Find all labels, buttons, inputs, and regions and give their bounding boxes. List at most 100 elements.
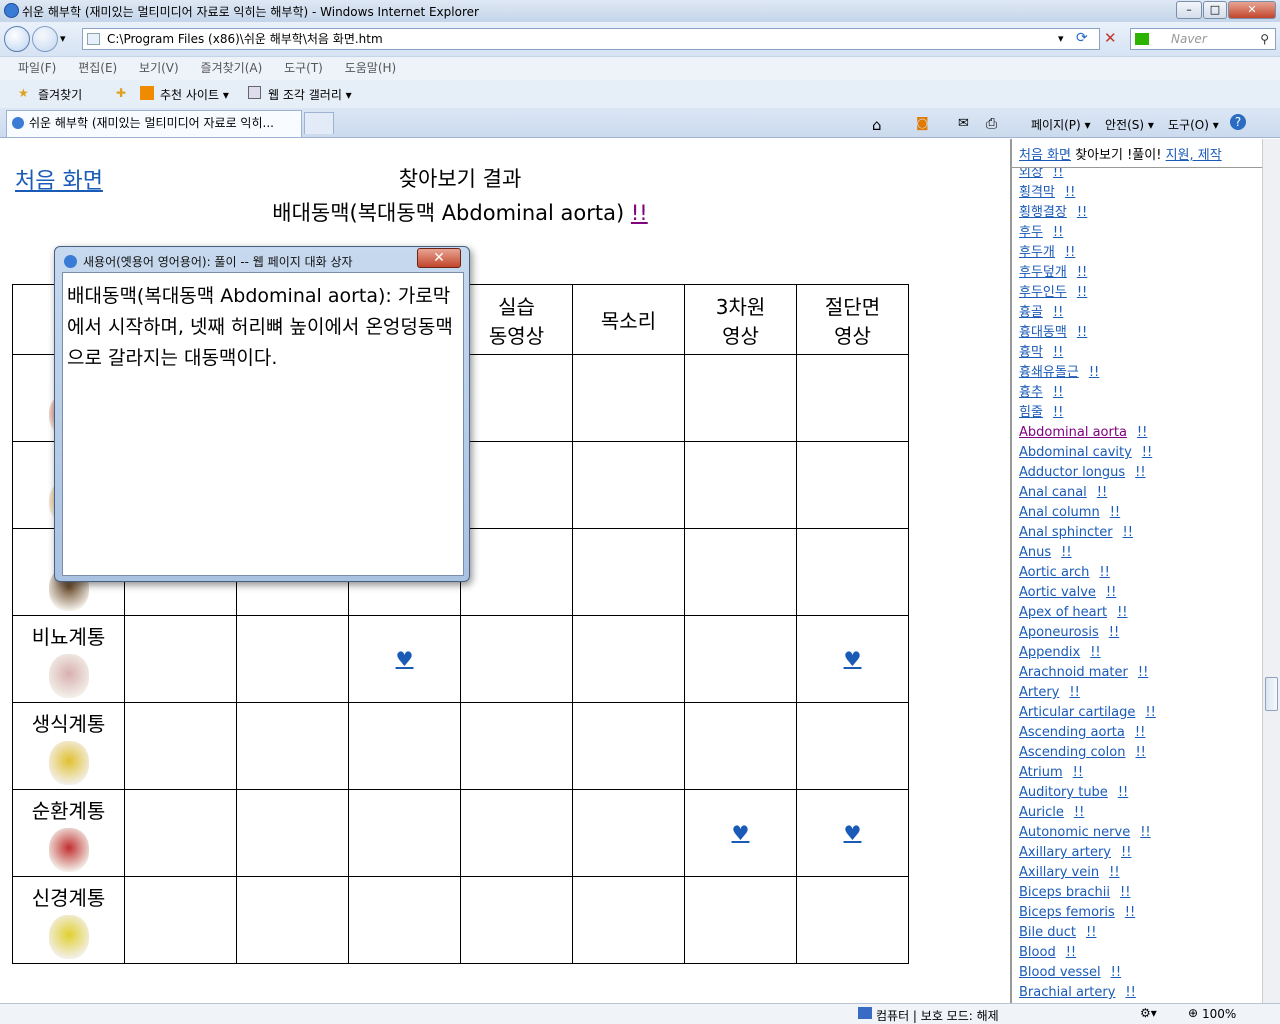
web-slice-gallery-button[interactable]: 웹 조각 갤러리 ▾ xyxy=(268,86,352,103)
word-link[interactable]: 외상 xyxy=(1019,168,1043,180)
menu-favorites[interactable]: 즐겨찾기(A) xyxy=(201,57,263,79)
word-explain-link[interactable]: !! xyxy=(1077,205,1087,220)
word-link[interactable]: 후두 xyxy=(1019,225,1043,240)
word-explain-link[interactable]: !! xyxy=(1140,825,1150,840)
word-explain-link[interactable]: !! xyxy=(1053,385,1063,400)
word-link[interactable]: Appendix xyxy=(1019,645,1080,660)
word-explain-link[interactable]: !! xyxy=(1097,485,1107,500)
word-explain-link[interactable]: !! xyxy=(1109,625,1119,640)
word-link[interactable]: Aortic arch xyxy=(1019,565,1089,580)
word-link[interactable]: Anal column xyxy=(1019,505,1100,520)
word-link[interactable]: Anus xyxy=(1019,545,1051,560)
word-explain-link[interactable]: !! xyxy=(1053,168,1063,180)
word-link[interactable]: Arachnoid mater xyxy=(1019,665,1128,680)
word-explain-link[interactable]: !! xyxy=(1123,525,1133,540)
security-icon[interactable]: ⚙▾ xyxy=(1140,1006,1157,1020)
word-explain-link[interactable]: !! xyxy=(1111,965,1121,980)
dialog-close-button[interactable]: ✕ xyxy=(417,248,461,268)
word-explain-link[interactable]: !! xyxy=(1069,685,1079,700)
menu-edit[interactable]: 편집(E) xyxy=(78,57,117,79)
word-link[interactable]: Auricle xyxy=(1019,805,1064,820)
result-cell[interactable]: ♥ xyxy=(796,789,909,877)
zoom-level[interactable]: 100% xyxy=(1202,1007,1236,1021)
word-explain-link[interactable]: !! xyxy=(1053,225,1063,240)
search-icon[interactable]: ⚲ xyxy=(1260,29,1269,49)
refresh-icon[interactable]: ⟳ xyxy=(1076,30,1088,46)
word-explain-link[interactable]: !! xyxy=(1106,585,1116,600)
term-explain-link[interactable]: !! xyxy=(631,201,648,225)
word-link[interactable]: Adductor longus xyxy=(1019,465,1125,480)
word-explain-link[interactable]: !! xyxy=(1053,345,1063,360)
word-link[interactable]: Artery xyxy=(1019,685,1059,700)
word-explain-link[interactable]: !! xyxy=(1135,745,1145,760)
word-link[interactable]: Autonomic nerve xyxy=(1019,825,1130,840)
word-explain-link[interactable]: !! xyxy=(1145,705,1155,720)
word-link[interactable]: 횡격막 xyxy=(1019,185,1055,200)
page-menu[interactable]: 페이지(P) ▾ xyxy=(1031,116,1091,133)
word-link[interactable]: 흉추 xyxy=(1019,385,1043,400)
favorites-button[interactable]: 즐겨찾기 xyxy=(38,86,82,103)
stop-icon[interactable]: ✕ xyxy=(1104,29,1117,47)
search-field[interactable]: Naver ⚲ xyxy=(1130,28,1276,50)
word-link[interactable]: Abdominal cavity xyxy=(1019,445,1132,460)
word-link[interactable]: 흉막 xyxy=(1019,345,1043,360)
menu-help[interactable]: 도움말(H) xyxy=(345,57,397,79)
print-icon[interactable]: ⎙ xyxy=(986,116,997,132)
menu-view[interactable]: 보기(V) xyxy=(139,57,179,79)
word-link[interactable]: 후두개 xyxy=(1019,245,1055,260)
word-explain-link[interactable]: !! xyxy=(1110,505,1120,520)
address-field[interactable]: C:\Program Files (x86)\쉬운 해부학\처음 화면.htm xyxy=(82,28,1100,50)
maximize-button[interactable]: □ xyxy=(1203,1,1227,19)
word-link[interactable]: Abdominal aorta xyxy=(1019,425,1127,440)
word-explain-link[interactable]: !! xyxy=(1099,565,1109,580)
add-favorite-icon[interactable]: ✚ xyxy=(116,86,126,100)
sidebar-support-link[interactable]: 지원, 제작 xyxy=(1166,148,1222,163)
word-explain-link[interactable]: !! xyxy=(1135,725,1145,740)
word-link[interactable]: Atrium xyxy=(1019,765,1063,780)
new-tab-button[interactable] xyxy=(304,112,334,134)
word-link[interactable]: Aponeurosis xyxy=(1019,625,1099,640)
word-link[interactable]: 흉대동맥 xyxy=(1019,325,1067,340)
word-explain-link[interactable]: !! xyxy=(1142,445,1152,460)
word-explain-link[interactable]: !! xyxy=(1120,885,1130,900)
word-explain-link[interactable]: !! xyxy=(1086,925,1096,940)
vertical-scrollbar[interactable] xyxy=(1262,139,1280,1003)
word-link[interactable]: Auditory tube xyxy=(1019,785,1108,800)
tools-menu[interactable]: 도구(O) ▾ xyxy=(1168,116,1219,133)
word-link[interactable]: 후두인두 xyxy=(1019,285,1067,300)
zoom-icon[interactable]: ⊕ xyxy=(1188,1006,1198,1020)
word-link[interactable]: Anal canal xyxy=(1019,485,1087,500)
word-explain-link[interactable]: !! xyxy=(1061,545,1071,560)
word-link[interactable]: Ascending aorta xyxy=(1019,725,1125,740)
word-explain-link[interactable]: !! xyxy=(1125,985,1135,1000)
word-link[interactable]: Articular cartilage xyxy=(1019,705,1135,720)
history-dropdown-icon[interactable]: ▾ xyxy=(60,32,66,45)
word-explain-link[interactable]: !! xyxy=(1073,765,1083,780)
word-link[interactable]: Apex of heart xyxy=(1019,605,1107,620)
word-explain-link[interactable]: !! xyxy=(1090,645,1100,660)
word-explain-link[interactable]: !! xyxy=(1065,245,1075,260)
close-window-button[interactable]: ✕ xyxy=(1228,1,1276,19)
word-link[interactable]: Biceps femoris xyxy=(1019,905,1115,920)
word-link[interactable]: Ascending colon xyxy=(1019,745,1125,760)
tab-active[interactable]: 쉬운 해부학 (재미있는 멀티미디어 자료로 익히... xyxy=(6,110,302,137)
word-explain-link[interactable]: !! xyxy=(1109,865,1119,880)
home-icon[interactable]: ⌂ xyxy=(872,116,882,134)
word-explain-link[interactable]: !! xyxy=(1089,365,1099,380)
result-cell[interactable]: ♥ xyxy=(348,615,461,703)
result-cell[interactable]: ♥ xyxy=(684,789,797,877)
sidebar-home-link[interactable]: 처음 화면 xyxy=(1019,148,1071,163)
word-link[interactable]: Blood xyxy=(1019,945,1056,960)
heart-icon[interactable]: ♥ xyxy=(844,647,862,671)
scrollbar-thumb[interactable] xyxy=(1265,677,1278,711)
word-link[interactable]: Axillary artery xyxy=(1019,845,1111,860)
word-explain-link[interactable]: !! xyxy=(1125,905,1135,920)
heart-icon[interactable]: ♥ xyxy=(396,647,414,671)
feeds-icon[interactable]: ◙ xyxy=(916,116,929,131)
address-dropdown-icon[interactable]: ▾ xyxy=(1058,32,1064,45)
word-link[interactable]: Aortic valve xyxy=(1019,585,1096,600)
word-link[interactable]: Biceps brachii xyxy=(1019,885,1110,900)
word-link[interactable]: Blood vessel xyxy=(1019,965,1101,980)
word-link[interactable]: Brachial artery xyxy=(1019,985,1115,1000)
word-link[interactable]: 흉쇄유돌근 xyxy=(1019,365,1079,380)
